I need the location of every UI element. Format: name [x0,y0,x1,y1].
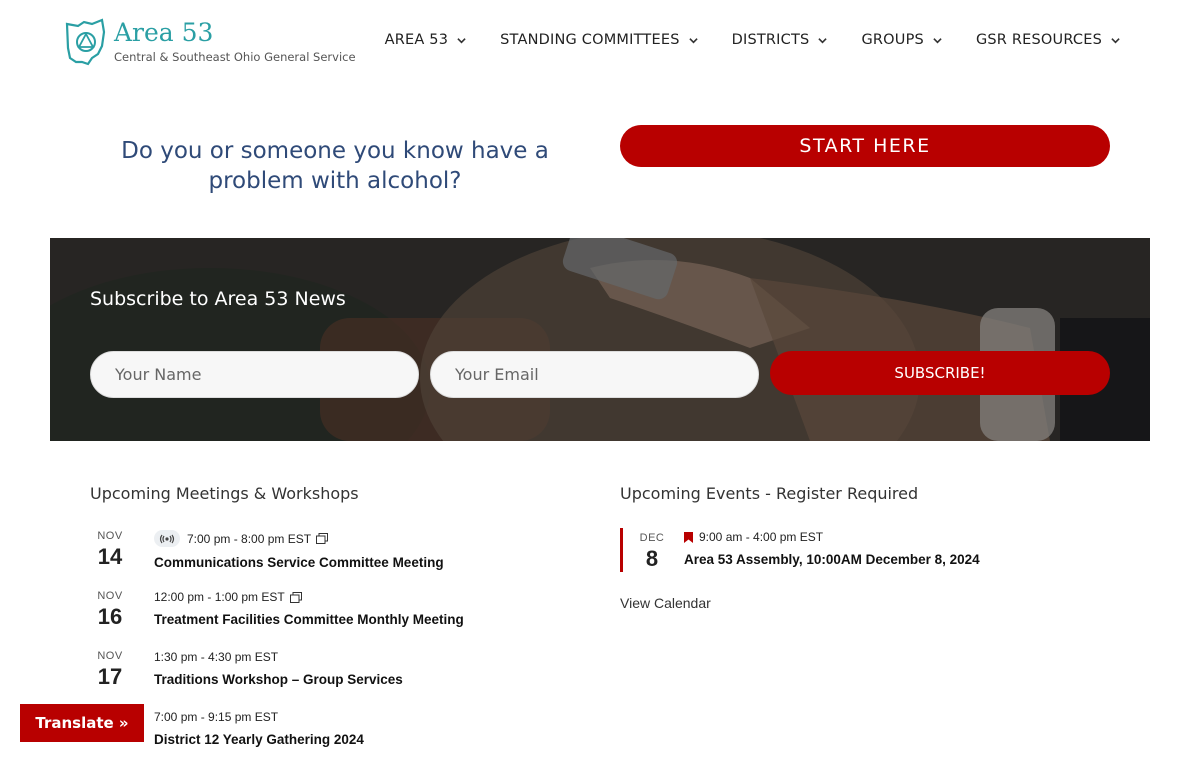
translate-button[interactable]: Translate » [20,704,144,742]
ohio-logo-icon [65,18,106,66]
meeting-month: NOV [97,590,123,602]
hero-question: Do you or someone you know have a proble… [121,138,549,194]
meeting-time: 12:00 pm - 1:00 pm EST [154,590,285,604]
nav-label: DISTRICTS [731,32,810,48]
meeting-time: 7:00 pm - 9:15 pm EST [154,710,279,724]
chevron-down-icon [818,37,828,43]
subscribe-button[interactable]: SUBSCRIBE! [770,351,1110,395]
meetings-list: NOV 14 7:00 pm - 8:00 pm EST Communicati… [90,526,570,766]
event-time: 9:00 am - 4:00 pm EST [699,530,824,544]
nav-label: GROUPS [861,32,924,48]
event-month: DEC [639,532,665,544]
subscribe-title: Subscribe to Area 53 News [90,288,346,310]
bookmark-icon [684,531,693,543]
nav-label: GSR RESOURCES [975,32,1102,48]
event-day: 8 [645,546,659,571]
chevron-down-icon [933,37,942,43]
nav-label: STANDING COMMITTEES [500,32,680,48]
recurring-icon [316,533,329,544]
hands-phone-background-image [50,238,1150,441]
meeting-date: NOV 17 [90,650,154,690]
list-item[interactable]: NOV 17 1:30 pm - 4:30 pm EST Traditions … [90,646,570,706]
nav-area-53[interactable]: AREA 53 [385,32,467,48]
event-date: DEC 8 [634,532,670,572]
virtual-broadcast-icon [154,530,180,547]
site-logo[interactable]: Area 53 Central & Southeast Ohio General… [64,18,356,66]
meeting-month: NOV [97,530,123,542]
start-here-button[interactable]: START HERE [620,125,1110,167]
nav-districts[interactable]: DISTRICTS [732,32,828,48]
list-item[interactable]: DEC 8 9:00 am - 4:00 pm EST Area 53 Asse… [620,528,1100,574]
meeting-title[interactable]: Communications Service Committee Meeting [154,555,444,570]
nav-gsr-resources[interactable]: GSR RESOURCES [976,32,1120,48]
list-item[interactable]: NOV 16 12:00 pm - 1:00 pm EST Treatment … [90,586,570,646]
logo-subtitle: Central & Southeast Ohio General Service [114,50,356,64]
nav-standing-committees[interactable]: STANDING COMMITTEES [500,32,698,48]
meeting-month: NOV [97,650,123,662]
meeting-time: 7:00 pm - 8:00 pm EST [187,531,312,546]
name-input[interactable] [90,351,419,398]
event-accent-bar [620,528,623,572]
chevron-down-icon [1111,37,1120,43]
main-nav: AREA 53 STANDING COMMITTEES DISTRICTS GR… [351,32,1120,48]
subscribe-banner: Subscribe to Area 53 News SUBSCRIBE! [50,238,1150,441]
view-calendar-link[interactable]: View Calendar [620,595,711,611]
chevron-down-icon [457,37,466,43]
email-input[interactable] [430,351,759,398]
chevron-down-icon [688,37,698,43]
event-title[interactable]: Area 53 Assembly, 10:00AM December 8, 20… [684,552,980,567]
nav-label: AREA 53 [384,32,449,48]
list-item[interactable]: NOV 14 7:00 pm - 8:00 pm EST Communicati… [90,526,570,586]
meeting-title[interactable]: Treatment Facilities Committee Monthly M… [154,612,464,627]
meeting-date: NOV 16 [90,590,154,630]
meeting-day: 16 [97,604,123,629]
meeting-title[interactable]: Traditions Workshop – Group Services [154,672,403,687]
meeting-time: 1:30 pm - 4:30 pm EST [154,650,279,664]
recurring-icon [289,591,302,603]
events-title: Upcoming Events - Register Required [620,484,919,503]
list-item[interactable]: 7:00 pm - 9:15 pm EST District 12 Yearly… [90,706,570,766]
meeting-day: 17 [97,664,123,689]
site-header: Area 53 Central & Southeast Ohio General… [0,0,1200,90]
meetings-title: Upcoming Meetings & Workshops [90,484,359,503]
nav-groups[interactable]: GROUPS [861,32,942,48]
meeting-date: NOV 14 [90,530,154,570]
meeting-day: 14 [97,544,123,569]
logo-title: Area 53 [114,18,214,47]
